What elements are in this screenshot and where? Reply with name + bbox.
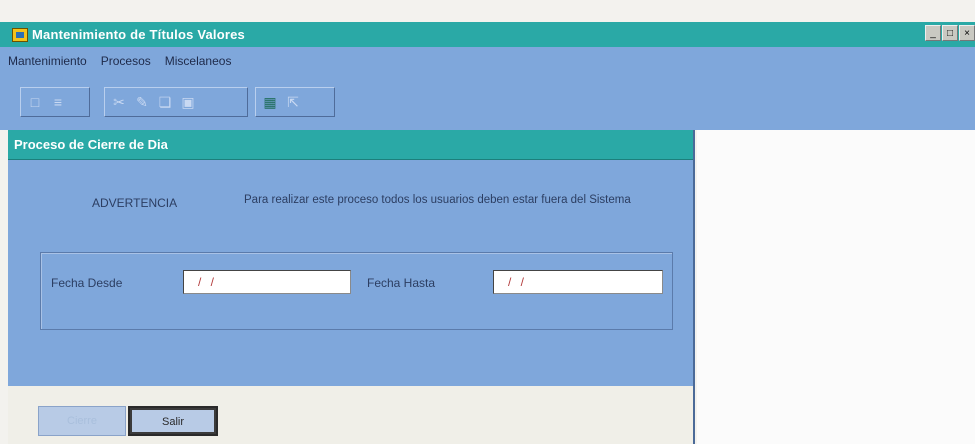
- salir-button[interactable]: Salir: [128, 406, 218, 436]
- warning-label: ADVERTENCIA: [92, 196, 178, 210]
- toolbar-group-view: ▦ ⇱: [255, 87, 335, 117]
- cierre-button[interactable]: Cierre: [38, 406, 126, 436]
- close-icon[interactable]: ×: [959, 25, 975, 41]
- mdi-background: [697, 130, 975, 444]
- date-range-group: Fecha Desde / / Fecha Hasta / /: [40, 252, 673, 330]
- button-area: Cierre Salir: [8, 386, 693, 444]
- fecha-hasta-label: Fecha Hasta: [367, 276, 436, 290]
- panel-title: Proceso de Cierre de Dia: [8, 130, 693, 160]
- maximize-icon[interactable]: □: [942, 25, 958, 41]
- fecha-hasta-input[interactable]: / /: [493, 270, 663, 294]
- copy-icon[interactable]: ❏: [155, 92, 175, 112]
- grid-icon[interactable]: ▦: [260, 92, 280, 112]
- toolbar-group-edit: ✂ ✎ ❏ ▣: [104, 87, 248, 117]
- save-icon[interactable]: ▣: [178, 92, 198, 112]
- cierre-dia-panel: Proceso de Cierre de Dia ADVERTENCIA Par…: [8, 130, 695, 444]
- menu-item-mantenimiento[interactable]: Mantenimiento: [8, 54, 87, 68]
- fecha-desde-input[interactable]: / /: [183, 270, 351, 294]
- warning-text: Para realizar este proceso todos los usu…: [244, 194, 631, 206]
- menu-item-miscelaneos[interactable]: Miscelaneos: [165, 54, 232, 68]
- fecha-desde-label: Fecha Desde: [51, 276, 123, 290]
- cut-icon[interactable]: ✂: [109, 92, 129, 112]
- app-icon: [12, 27, 28, 42]
- window-titlebar: Mantenimiento de Títulos Valores _ □ ×: [0, 22, 975, 47]
- exit-icon[interactable]: ⇱: [283, 92, 303, 112]
- toolbar: □ ≡ ✂ ✎ ❏ ▣ ▦ ⇱: [0, 75, 975, 130]
- menu-bar: Mantenimiento Procesos Miscelaneos: [0, 47, 975, 75]
- toolbar-group-records: □ ≡: [20, 87, 90, 117]
- window-controls: _ □ ×: [925, 25, 975, 41]
- list-icon[interactable]: ≡: [48, 92, 68, 112]
- window-title: Mantenimiento de Títulos Valores: [32, 27, 245, 42]
- new-icon[interactable]: □: [25, 92, 45, 112]
- menu-item-procesos[interactable]: Procesos: [101, 54, 151, 68]
- edit-icon[interactable]: ✎: [132, 92, 152, 112]
- minimize-icon[interactable]: _: [925, 25, 941, 41]
